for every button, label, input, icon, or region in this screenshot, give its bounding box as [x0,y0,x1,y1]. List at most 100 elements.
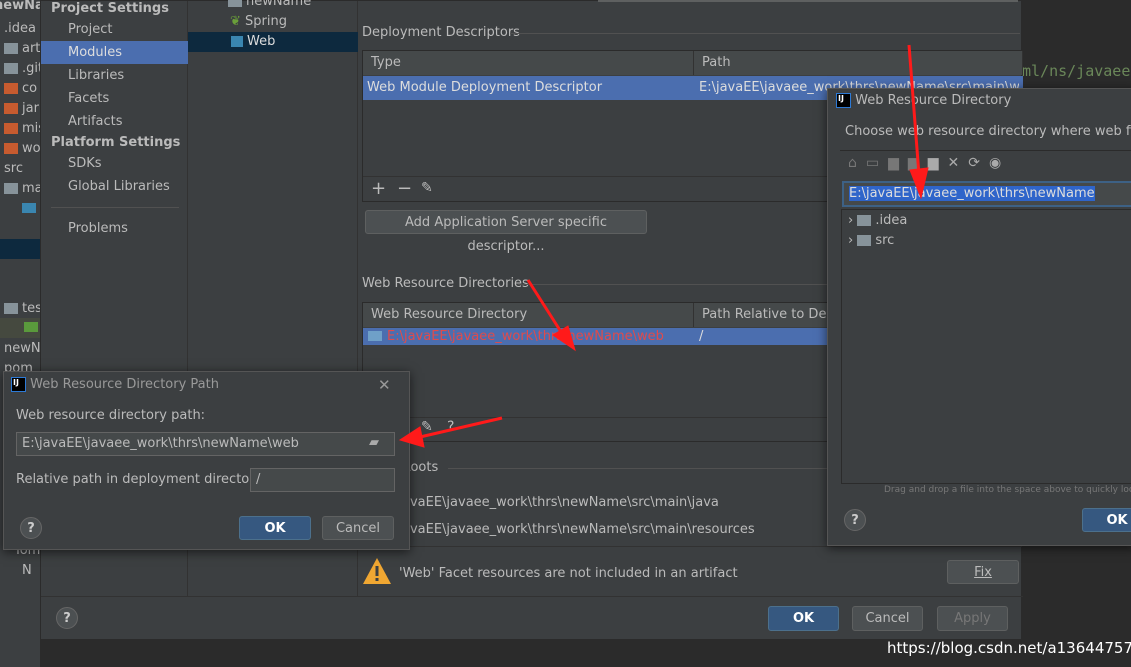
edit-pencil-icon[interactable]: ✎ [421,180,433,196]
web-resource-dir: E:\javaEE\javaee_work\thrs\newName\web [387,329,664,344]
desktop-icon[interactable]: ▭ [866,155,888,171]
expand-chevron-icon[interactable]: › [848,233,853,248]
descriptor-type: Web Module Deployment Descriptor [367,80,603,95]
xml-icon [4,103,18,114]
dialog-title: Web Resource Directory Path [30,377,219,392]
xml-icon [4,83,18,94]
path-input[interactable]: E:\javaEE\javaee_work\thrs\newName\web [16,432,395,456]
intellij-logo-icon: IJ [11,377,26,392]
folder-icon [368,331,382,341]
home-icon[interactable]: ⌂ [848,155,866,171]
xml-icon [4,143,18,154]
web-facet-icon [231,36,243,47]
file-icon [4,63,18,74]
deployment-descriptors-heading: Deployment Descriptors [362,25,520,40]
source-root-item[interactable]: avaEE\javaee_work\thrs\newName\src\main\… [402,495,719,510]
divider [51,207,179,208]
tree-item[interactable]: .idea [4,21,36,36]
tree-item[interactable]: co [22,81,37,96]
tree-item[interactable]: newN [4,341,40,356]
help-icon[interactable]: ? [447,419,454,435]
new-folder-icon[interactable]: ▆ [928,155,948,171]
browse-folder-icon[interactable]: ▰ [369,435,379,450]
help-button[interactable]: ? [844,509,866,531]
dialog-title: Web Resource Directory [855,93,1012,108]
cancel-button[interactable]: Cancel [852,606,923,631]
web-resource-directory-chooser: IJ Web Resource Directory Choose web res… [827,88,1131,546]
show-hidden-icon[interactable]: ◉ [989,155,1010,171]
drag-drop-hint: Drag and drop a file into the space abov… [884,485,1131,495]
project-folder-icon[interactable]: ▆ [888,155,908,171]
tree-node[interactable]: src [875,233,894,248]
sidebar-item-facets[interactable]: Facets [68,91,109,106]
help-button[interactable]: ? [20,517,42,539]
module-root[interactable]: newName [246,0,311,9]
directory-tree: › .idea › src [841,209,1131,484]
web-resource-directories-heading: Web Resource Directories [362,276,529,291]
intellij-logo-icon: IJ [836,93,851,108]
ok-button[interactable]: OK [768,606,839,631]
module-facet-spring[interactable]: Spring [245,14,287,29]
apply-button[interactable]: Apply [937,606,1008,631]
sidebar-item-libraries[interactable]: Libraries [68,68,124,83]
folder-icon [24,322,38,332]
folder-icon [22,203,36,213]
relative-path-label: Relative path in deployment directory: [16,472,266,487]
folder-icon [4,43,18,54]
folder-icon [857,235,872,246]
add-server-descriptor-button[interactable]: Add Application Server specific descript… [365,210,647,254]
tree-item[interactable]: jar [22,101,39,116]
project-settings-heading: Project Settings [51,1,169,16]
delete-icon[interactable]: ✕ [947,155,968,171]
warning-icon [363,558,391,584]
tree-item[interactable]: N [22,563,32,578]
remove-icon[interactable]: − [397,178,412,199]
column-header-type[interactable]: Type [363,51,694,75]
column-header-path[interactable]: Path [694,51,1023,75]
edit-pencil-icon[interactable]: ✎ [421,419,433,435]
tree-item[interactable]: ma [22,181,40,196]
expand-chevron-icon[interactable]: › [848,213,853,228]
module-facet-web[interactable]: Web [247,34,275,49]
tree-root[interactable]: newName [0,0,40,13]
watermark: https://blog.csdn.net/a136447572 [887,639,1131,657]
module-folder-icon[interactable]: ▆ [908,155,928,171]
tree-item[interactable]: .git [22,61,40,76]
sidebar-item-sdks[interactable]: SDKs [68,156,102,171]
tree-item[interactable]: tes [22,301,40,316]
warning-text: 'Web' Facet resources are not included i… [399,566,738,581]
sidebar-item-global-libraries[interactable]: Global Libraries [68,179,170,194]
ok-button[interactable]: OK [239,516,311,540]
column-header-web-resource-directory[interactable]: Web Resource Directory [363,303,694,327]
fix-button[interactable]: Fix [947,560,1019,584]
editor-code: ml/ns/javaee/w [1022,62,1131,80]
help-button[interactable]: ? [56,607,78,629]
sidebar-item-project[interactable]: Project [68,22,112,37]
path-label: Web resource directory path: [16,408,206,423]
sidebar-item-artifacts[interactable]: Artifacts [68,114,123,129]
source-root-item[interactable]: avaEE\javaee_work\thrs\newName\src\main\… [402,522,755,537]
tree-item[interactable]: wo [22,141,40,156]
tree-item[interactable]: src [4,161,23,176]
spring-leaf-icon: ❦ [230,14,241,29]
xml-icon [4,123,18,134]
ok-button[interactable]: OK [1082,508,1131,532]
platform-settings-heading: Platform Settings [51,135,181,150]
tree-item[interactable]: art [22,41,40,56]
refresh-icon[interactable]: ⟳ [968,155,989,171]
relative-path-input[interactable]: / [250,468,395,492]
cancel-button[interactable]: Cancel [322,516,394,540]
sidebar-item-problems[interactable]: Problems [68,221,128,236]
tree-node[interactable]: .idea [875,213,907,228]
selected-tree-row[interactable] [0,239,40,259]
web-resource-directory-path-dialog: IJ Web Resource Directory Path ✕ Web res… [3,371,410,550]
folder-icon [4,183,18,194]
tree-item[interactable]: mis [22,121,40,136]
folder-icon [4,303,18,314]
relative-path: / [699,329,704,344]
chooser-path-input[interactable]: E:\javaEE\javaee_work\thrs\newName [842,181,1131,207]
chooser-description: Choose web resource directory where web … [845,124,1131,139]
add-icon[interactable]: + [371,178,386,199]
sidebar-item-modules[interactable]: Modules [68,45,122,60]
close-icon[interactable]: ✕ [378,376,391,394]
